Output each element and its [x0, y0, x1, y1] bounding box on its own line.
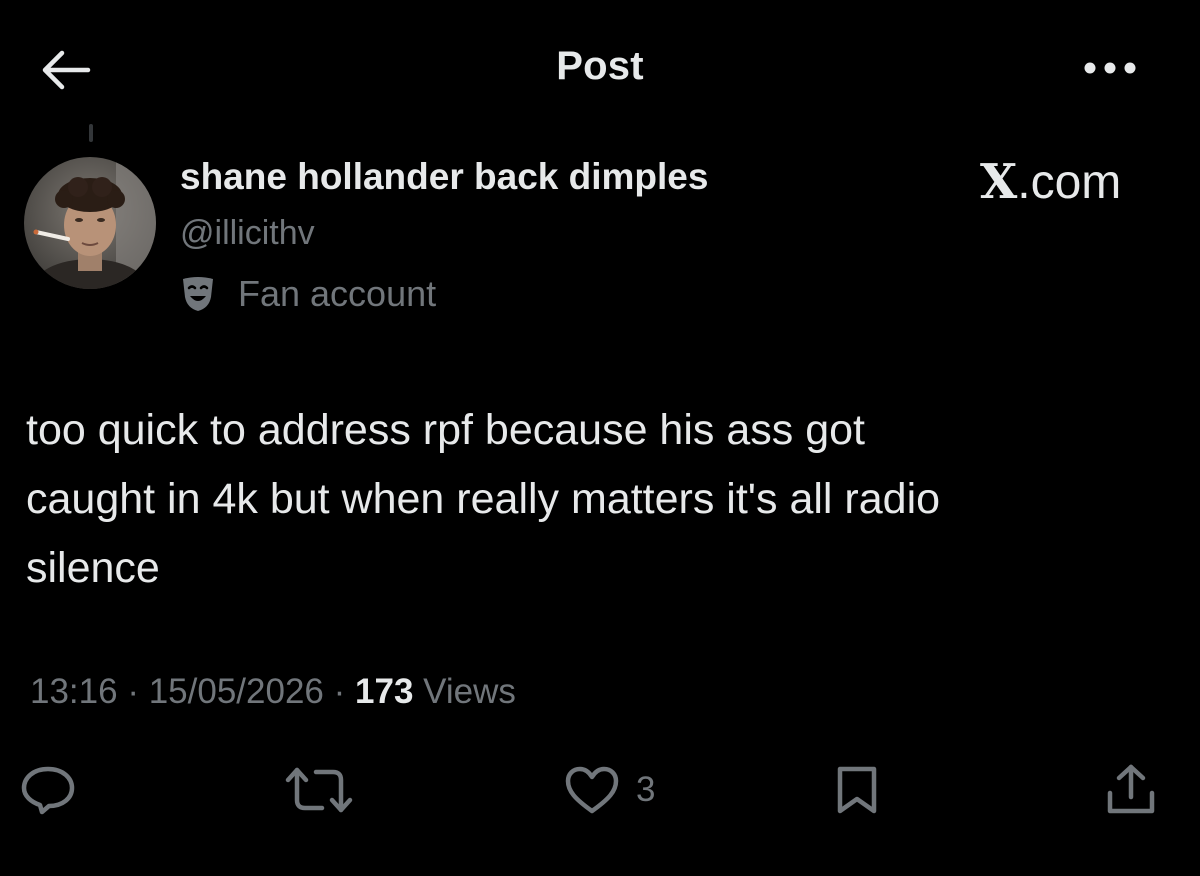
more-horizontal-icon	[1084, 62, 1136, 74]
like-count: 3	[636, 770, 656, 809]
share-button[interactable]	[1104, 760, 1168, 820]
affiliation-label: Fan account	[180, 272, 436, 316]
post-meta: 13:16 · 15/05/2026 · 173 Views	[30, 672, 516, 712]
views-label[interactable]: Views	[423, 672, 516, 711]
theater-mask-icon	[183, 277, 213, 311]
avatar[interactable]	[24, 157, 156, 289]
reply-icon	[21, 766, 75, 815]
heart-icon	[565, 766, 619, 814]
share-icon	[1107, 764, 1155, 814]
bookmark-button[interactable]	[834, 760, 894, 820]
views-count[interactable]: 173	[355, 672, 413, 711]
page-title: Post	[556, 44, 644, 88]
like-button[interactable]: 3	[564, 760, 694, 820]
avatar-photo	[24, 157, 156, 289]
author-display-name[interactable]: shane hollander back dimples	[180, 156, 708, 198]
repost-button[interactable]	[282, 760, 362, 820]
more-options-button[interactable]	[1078, 50, 1142, 86]
author-handle[interactable]: @illicithv	[180, 214, 315, 253]
thread-connector	[89, 124, 93, 142]
bookmark-icon	[837, 766, 877, 814]
x-com-watermark: X.com	[980, 154, 1122, 210]
affiliation-label-text: Fan account	[238, 273, 437, 314]
reply-button[interactable]	[20, 760, 92, 820]
meta-separator: ·	[127, 672, 139, 711]
post-date[interactable]: 15/05/2026	[149, 672, 324, 711]
meta-separator: ·	[333, 672, 346, 711]
post-time[interactable]: 13:16	[30, 672, 118, 711]
post-text: too quick to address rpf because his ass…	[26, 406, 941, 592]
repost-icon	[285, 767, 353, 813]
